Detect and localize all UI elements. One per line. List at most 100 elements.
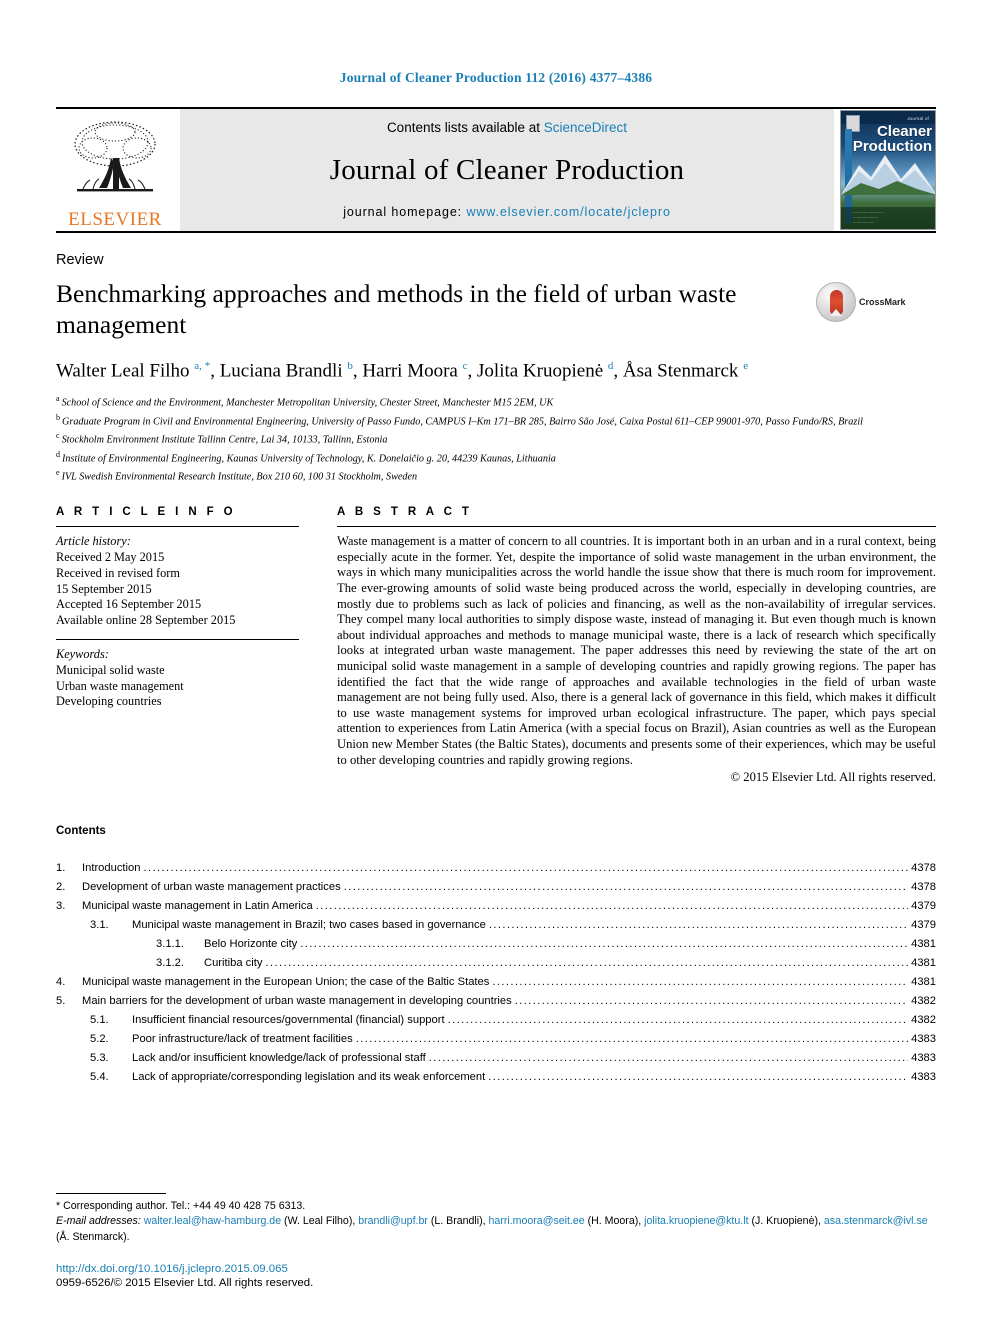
keyword-item: Developing countries [56, 694, 162, 709]
footnotes: * Corresponding author. Tel.: +44 49 40 … [56, 1192, 936, 1289]
article-info-heading: A R T I C L E I N F O [56, 506, 237, 519]
cover-title-line1: Cleaner [876, 123, 932, 140]
contents-entry-page: 4379 [911, 919, 936, 932]
article-type: Review [56, 252, 104, 268]
contents-entry-leader: ........................................… [300, 938, 908, 951]
contents-entry-number: 3. [56, 900, 66, 913]
contents-entry-leader: ........................................… [488, 1071, 909, 1084]
contents-entry[interactable]: 5.1. Insufficient financial resources/gov… [56, 1011, 936, 1030]
elsevier-logo: ELSEVIER [56, 109, 174, 231]
contents-available-line: Contents lists available at ScienceDirec… [387, 120, 627, 135]
article-history-line: Accepted 16 September 2015 [56, 597, 202, 612]
contents-entry-page: 4381 [911, 938, 936, 951]
email-owner-name: (W. Leal Filho), [281, 1215, 359, 1227]
contents-entry[interactable]: 5.4. Lack of appropriate/corresponding le… [56, 1068, 936, 1087]
journal-title: Journal of Cleaner Production [329, 153, 685, 186]
email-owner-name: (H. Moora), [584, 1215, 645, 1227]
contents-entry-page: 4379 [911, 900, 936, 913]
keywords-rule [56, 639, 299, 641]
contents-available-prefix: Contents lists available at [386, 120, 544, 135]
contents-entry[interactable]: 5.2. Poor infrastructure/lack of treatmen… [56, 1030, 936, 1049]
crossmark-label: CrossMark [859, 297, 906, 307]
crossmark-icon [816, 282, 856, 322]
abstract-text: Waste management is a matter of concern … [337, 534, 936, 767]
masthead-center: Contents lists available at ScienceDirec… [180, 109, 834, 231]
contents-entry-label: Municipal waste management in Brazil; tw… [132, 919, 486, 932]
sciencedirect-link[interactable]: ScienceDirect [544, 120, 627, 135]
contents-entry-label: Development of urban waste management pr… [82, 881, 341, 894]
author-list: Walter Leal Filho a, *, Luciana Brandli … [56, 360, 749, 382]
email-addresses-note: E-mail addresses: walter.leal@haw-hambur… [56, 1214, 936, 1245]
contents-entry-label: Lack and/or insufficient knowledge/lack … [132, 1052, 426, 1065]
contents-entry[interactable]: 4. Municipal waste management in the Euro… [56, 973, 936, 992]
affiliation-list: a School of Science and the Environment,… [56, 392, 936, 484]
contents-entry-number: 1. [56, 862, 66, 875]
abstract-copyright: © 2015 Elsevier Ltd. All rights reserved… [730, 770, 936, 785]
affiliation-text: School of Science and the Environment, M… [61, 397, 554, 409]
journal-masthead: ELSEVIER Contents lists available at Sci… [56, 107, 936, 233]
cover-mountain-illustration [841, 155, 935, 195]
contents-list: 1. Introduction..........................… [56, 859, 936, 1087]
contents-entry[interactable]: 2. Development of urban waste management … [56, 878, 936, 897]
contents-entry-number: 4. [56, 976, 66, 989]
contents-entry[interactable]: 3.1.1. Belo Horizonte city...............… [56, 935, 936, 954]
elsevier-wordmark: ELSEVIER [68, 209, 162, 230]
abstract-column: A B S T R A C T Waste management is a ma… [337, 506, 936, 785]
doi-link[interactable]: http://dx.doi.org/10.1016/j.jclepro.2015… [56, 1263, 936, 1275]
contents-entry-number: 3.1.2. [156, 957, 184, 970]
cover-footer-text: ························· ···············… [853, 211, 883, 225]
email-owner-name: (L. Brandli), [427, 1215, 489, 1227]
elsevier-tree-icon [74, 121, 156, 192]
contents-entry-leader: ........................................… [488, 919, 909, 932]
email-link[interactable]: brandli@upf.br [358, 1215, 428, 1227]
contents-entry-label: Belo Horizonte city [204, 938, 298, 951]
homepage-link[interactable]: www.elsevier.com/locate/jclepro [466, 205, 670, 219]
contents-entry-page: 4382 [911, 995, 936, 1008]
contents-entry[interactable]: 3.1.2. Curitiba city.....................… [56, 954, 936, 973]
contents-entry-page: 4383 [911, 1033, 936, 1046]
running-head: Journal of Cleaner Production 112 (2016)… [339, 70, 653, 85]
affiliation-item: d Institute of Environmental Engineering… [56, 448, 936, 466]
contents-heading: Contents [56, 825, 106, 838]
contents-entry[interactable]: 5.3. Lack and/or insufficient knowledge/l… [56, 1049, 936, 1068]
contents-entry-leader: ........................................… [315, 900, 908, 913]
abstract-heading: A B S T R A C T [337, 506, 473, 519]
contents-entry-page: 4381 [911, 976, 936, 989]
email-link[interactable]: jolita.kruopiene@ktu.lt [644, 1215, 748, 1227]
affiliation-text: IVL Swedish Environmental Research Insti… [61, 471, 418, 483]
contents-entry-label: Curitiba city [204, 957, 263, 970]
contents-entry-leader: ........................................… [514, 995, 908, 1008]
contents-entry-page: 4383 [911, 1052, 936, 1065]
article-history-line: Received in revised form [56, 565, 180, 580]
article-history-line: Received 2 May 2015 [56, 550, 165, 565]
homepage-prefix: journal homepage: [343, 205, 467, 219]
contents-entry[interactable]: 1. Introduction..........................… [56, 859, 936, 878]
affiliation-item: e IVL Swedish Environmental Research Ins… [56, 466, 936, 484]
contents-entry-label: Municipal waste management in the Europe… [82, 976, 490, 989]
corresponding-author-note: * Corresponding author. Tel.: +44 49 40 … [56, 1199, 306, 1212]
email-link[interactable]: asa.stenmarck@ivl.se [824, 1215, 928, 1227]
contents-entry-page: 4381 [911, 957, 936, 970]
email-owner-name: (J. Kruopienė), [748, 1215, 824, 1227]
contents-entry-leader: ........................................… [447, 1014, 909, 1027]
article-history-label: Article history: [56, 534, 131, 549]
contents-entry[interactable]: 3.1. Municipal waste management in Brazil… [56, 916, 936, 935]
crossmark-badge[interactable]: CrossMark [816, 282, 906, 322]
contents-entry-number: 5.1. [90, 1014, 109, 1027]
article-history-line: Available online 28 September 2015 [56, 613, 236, 628]
keywords-block: Keywords: Municipal solid waste Urban was… [56, 647, 299, 710]
contents-entry-page: 4382 [911, 1014, 936, 1027]
contents-entry[interactable]: 3. Municipal waste management in Latin Am… [56, 897, 936, 916]
contents-entry[interactable]: 5. Main barriers for the development of u… [56, 992, 936, 1011]
email-link[interactable]: walter.leal@haw-hamburg.de [144, 1215, 281, 1227]
contents-entry-leader: ........................................… [265, 957, 909, 970]
cover-journal-of-label: Journal of [907, 116, 929, 121]
contents-entry-number: 3.1. [90, 919, 109, 932]
email-link[interactable]: harri.moora@seit.ee [489, 1215, 585, 1227]
contents-entry-label: Main barriers for the development of urb… [82, 995, 512, 1008]
paper-page: Journal of Cleaner Production 112 (2016)… [0, 0, 992, 1323]
contents-entry-label: Municipal waste management in Latin Amer… [82, 900, 313, 913]
affiliation-text: Stockholm Environment Institute Tallinn … [61, 434, 388, 446]
article-history: Article history: Received 2 May 2015 Rece… [56, 534, 299, 629]
contents-entry-page: 4378 [911, 862, 936, 875]
